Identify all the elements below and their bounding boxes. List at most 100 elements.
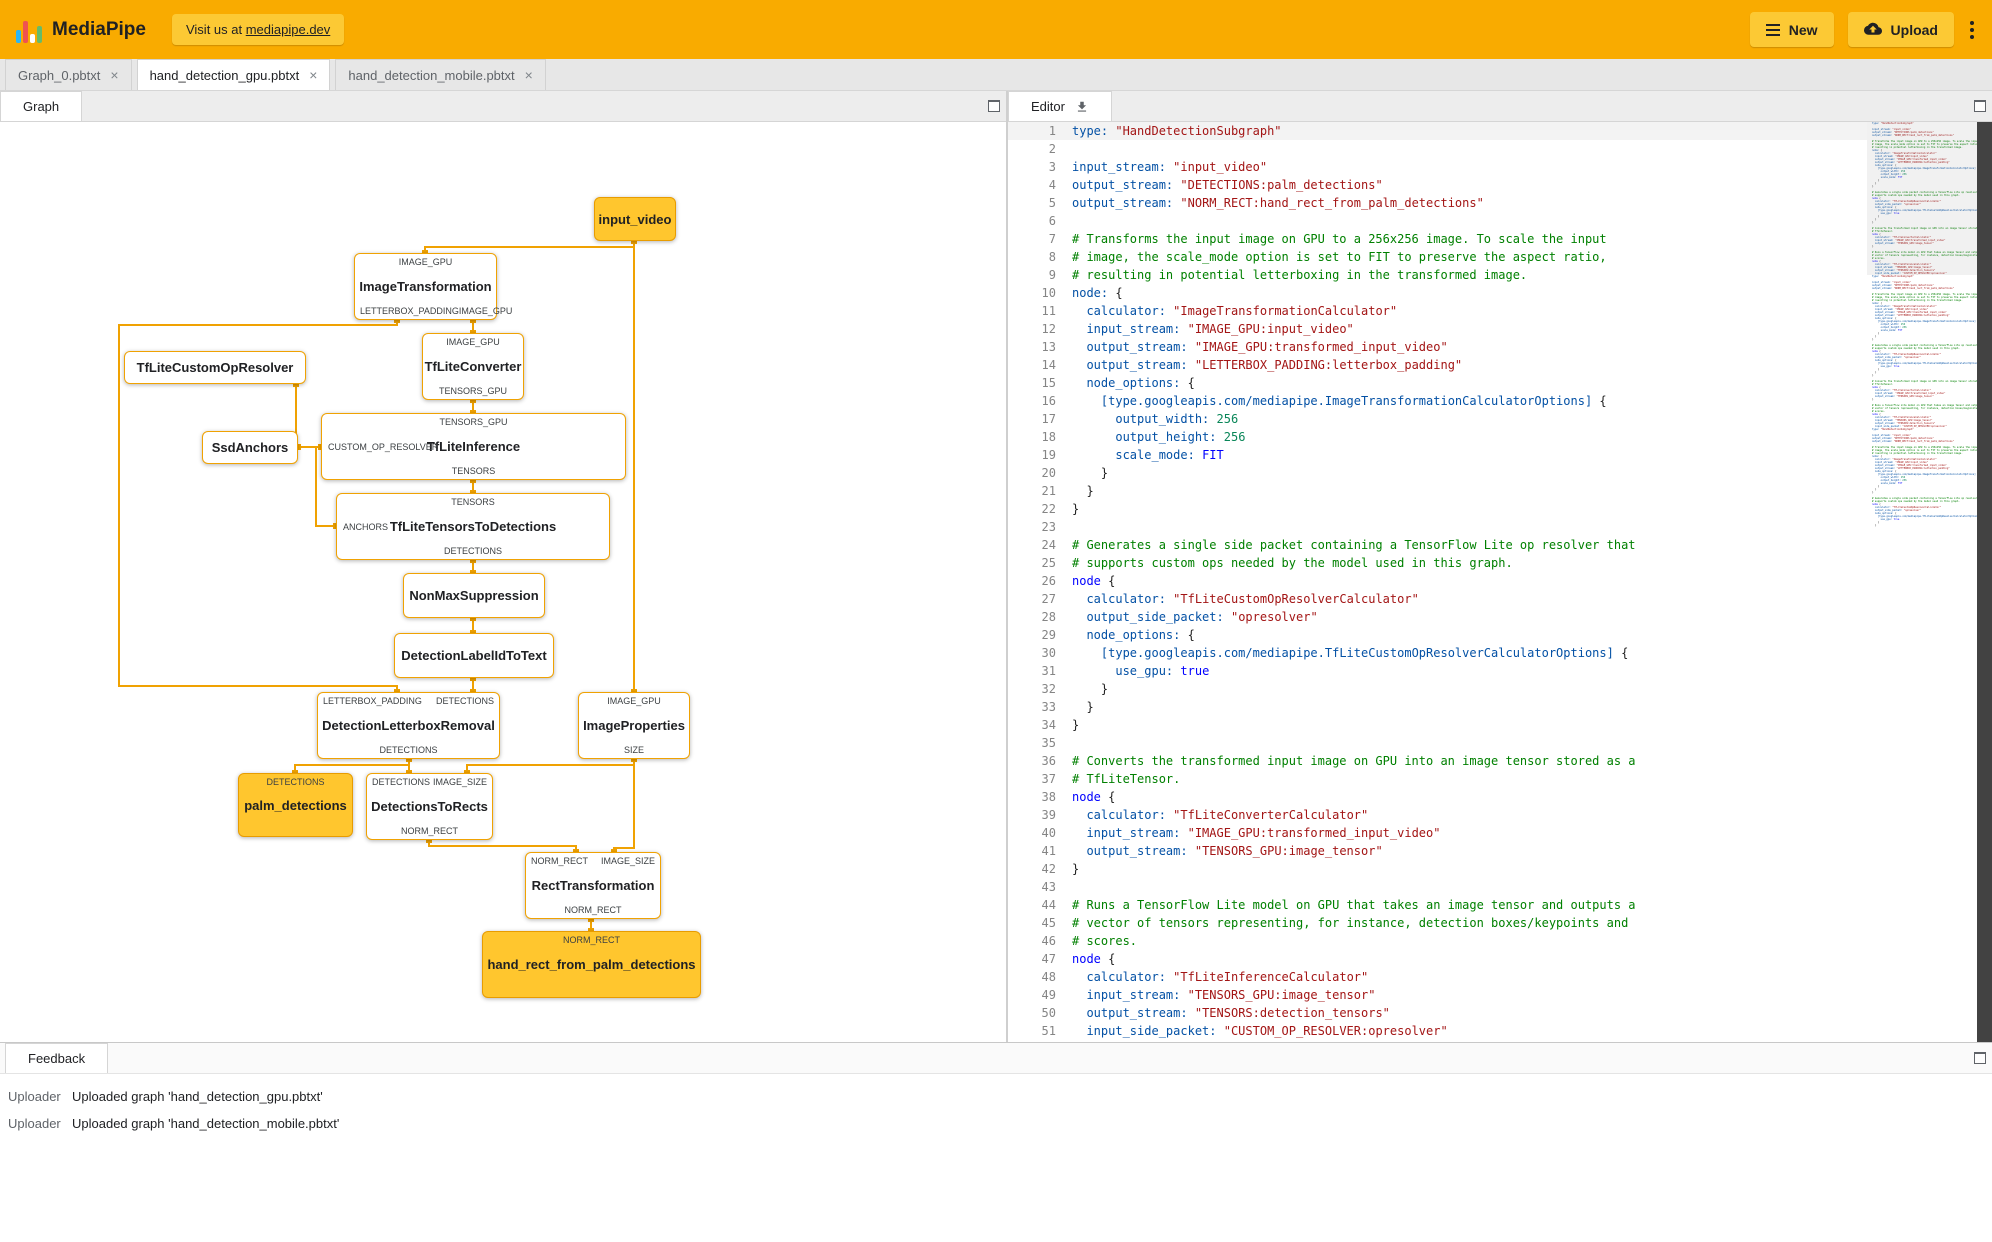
code-line[interactable]: 31 use_gpu: true [1008,662,1992,680]
code-line[interactable]: 50 output_stream: "TENSORS:detection_ten… [1008,1004,1992,1022]
mediapipe-dev-link[interactable]: mediapipe.dev [246,22,331,37]
code-line[interactable]: 17 output_width: 256 [1008,410,1992,428]
code-line[interactable]: 49 input_stream: "TENSORS_GPU:image_tens… [1008,986,1992,1004]
graph-node-ImageTransformation[interactable]: IMAGE_GPU ImageTransformation LETTERBOX_PA… [354,253,512,320]
code-line[interactable]: 9 # resulting in potential letterboxing i… [1008,266,1992,284]
graph-node-palm_detections[interactable]: DETECTIONS palm_detections [238,773,353,837]
code-line[interactable]: 35 [1008,734,1992,752]
tab-graph[interactable]: Graph [0,91,83,121]
code-line[interactable]: 33 } [1008,698,1992,716]
code-line[interactable]: 5 output_stream: "NORM_RECT:hand_rect_fro… [1008,194,1992,212]
editor-body[interactable]: 1 type: "HandDetectionSubgraph" 2 3 input_st… [1008,122,1992,1042]
code-line[interactable]: 45 # vector of tensors representing, for … [1008,914,1992,932]
code-line[interactable]: 43 [1008,878,1992,896]
graph-node-DetectionsToRects[interactable]: DETECTIONS IMAGE_SIZE DetectionsToRects NOR… [366,773,493,840]
code-line[interactable]: 36 # Converts the transformed input image… [1008,752,1992,770]
code-line[interactable]: 20 } [1008,464,1992,482]
graph-node-ImageProperties[interactable]: IMAGE_GPU ImageProperties SIZE [578,692,690,759]
mediapipe-logo-icon [16,17,42,43]
line-number: 39 [1041,808,1056,822]
code-line[interactable]: 32 } [1008,680,1992,698]
code-line[interactable]: 48 calculator: "TfLiteInferenceCalculato… [1008,968,1992,986]
new-button[interactable]: New [1749,12,1834,47]
code-line[interactable]: 40 input_stream: "IMAGE_GPU:transformed_… [1008,824,1992,842]
code-line[interactable]: 10 node: { [1008,284,1992,302]
code-line[interactable]: 47 node { [1008,950,1992,968]
kebab-menu-icon[interactable] [1968,17,1976,43]
code-line[interactable]: 26 node { [1008,572,1992,590]
code-line[interactable]: 16 [type.googleapis.com/mediapipe.ImageT… [1008,392,1992,410]
tab-close-icon[interactable]: × [525,68,533,82]
code-line[interactable]: 21 } [1008,482,1992,500]
graph-node-TfLiteInference[interactable]: TENSORS_GPU TfLiteInference TENSORS CUSTOM_… [321,413,626,480]
code-line[interactable]: 27 calculator: "TfLiteCustomOpResolverCa… [1008,590,1992,608]
code-line[interactable]: 51 input_side_packet: "CUSTOM_OP_RESOLVE… [1008,1022,1992,1040]
graph-expand-icon[interactable] [988,100,1000,112]
code-line[interactable]: 39 calculator: "TfLiteConverterCalculato… [1008,806,1992,824]
code-line[interactable]: 15 node_options: { [1008,374,1992,392]
editor-expand-icon[interactable] [1974,100,1986,112]
code-line[interactable]: 8 # image, the scale_mode option is set t… [1008,248,1992,266]
code-line[interactable]: 23 [1008,518,1992,536]
editor-lines[interactable]: 1 type: "HandDetectionSubgraph" 2 3 input_st… [1008,122,1992,1040]
graph-node-hand_rect_from_palm_detections[interactable]: NORM_RECT hand_rect_from_palm_detections [482,931,701,998]
tab-editor[interactable]: Editor [1008,91,1112,121]
code-line[interactable]: 24 # Generates a single side packet conta… [1008,536,1992,554]
code-line[interactable]: 25 # supports custom ops needed by the mo… [1008,554,1992,572]
tab-close-icon[interactable]: × [110,68,118,82]
code-line[interactable]: 1 type: "HandDetectionSubgraph" [1008,122,1992,140]
code-line[interactable]: 13 output_stream: "IMAGE_GPU:transformed… [1008,338,1992,356]
port-label: DETECTIONS [435,696,494,706]
graph-node-DetectionLabelIdToText[interactable]: DetectionLabelIdToText [394,633,554,678]
graph-node-input_video[interactable]: input_video [594,197,676,241]
line-number: 37 [1041,772,1056,786]
code-line[interactable]: 28 output_side_packet: "opresolver" [1008,608,1992,626]
code-line[interactable]: 2 [1008,140,1992,158]
graph-node-TfLiteCustomOpResolver[interactable]: TfLiteCustomOpResolver [124,351,306,384]
line-text: } [1072,862,1080,876]
file-tab-hand_detection_gpu.pbtxt[interactable]: hand_detection_gpu.pbtxt × [136,59,331,90]
code-line[interactable]: 38 node { [1008,788,1992,806]
graph-node-DetectionLetterboxRemoval[interactable]: LETTERBOX_PADDING DETECTIONS DetectionLett… [317,692,500,759]
graph-node-TfLiteConverter[interactable]: IMAGE_GPU TfLiteConverter TENSORS_GPU [422,333,524,400]
code-line[interactable]: 34} [1008,716,1992,734]
code-line[interactable]: 46 # scores. [1008,932,1992,950]
graph-node-SsdAnchors[interactable]: SsdAnchors [202,431,298,464]
code-line[interactable]: 29 node_options: { [1008,626,1992,644]
tab-feedback[interactable]: Feedback [5,1043,109,1073]
visit-us-button[interactable]: Visit us at mediapipe.dev [171,14,345,45]
code-line[interactable]: 4 output_stream: "DETECTIONS:palm_detecti… [1008,176,1992,194]
code-line[interactable]: 19 scale_mode: FIT [1008,446,1992,464]
minimap-slider[interactable] [1867,122,1977,275]
code-line[interactable]: 11 calculator: "ImageTransformationCalcu… [1008,302,1992,320]
editor-scrollbar[interactable] [1977,122,1992,1042]
code-line[interactable]: 12 input_stream: "IMAGE_GPU:input_video" [1008,320,1992,338]
feedback-expand-icon[interactable] [1974,1052,1986,1064]
code-line[interactable]: 22} [1008,500,1992,518]
file-tab-hand_detection_mobile.pbtxt[interactable]: hand_detection_mobile.pbtxt × [335,59,546,90]
code-line[interactable]: 30 [type.googleapis.com/mediapipe.TfLite… [1008,644,1992,662]
code-line[interactable]: 6 [1008,212,1992,230]
download-icon[interactable] [1075,100,1089,114]
code-line[interactable]: 37 # TfLiteTensor. [1008,770,1992,788]
code-line[interactable]: 44 # Runs a TensorFlow Lite model on GPU … [1008,896,1992,914]
editor-minimap[interactable]: type: "HandDetectionSubgraph" input_strea… [1867,122,1977,1042]
graph-node-RectTransformation[interactable]: NORM_RECT IMAGE_SIZE RectTransformation NOR… [525,852,661,919]
port-label: NORM_RECT [564,905,622,915]
line-text: calculator: "TfLiteCustomOpResolverCalcu… [1086,592,1419,606]
code-line[interactable]: 3 input_stream: "input_video" [1008,158,1992,176]
upload-button[interactable]: Upload [1847,12,1954,47]
file-tab-Graph_0.pbtxt[interactable]: Graph_0.pbtxt × [5,59,132,90]
graph-node-TfLiteTensorsToDetections[interactable]: TENSORS TfLiteTensorsToDetections DETECTIO… [336,493,610,560]
port-label: IMAGE_GPU [398,257,453,267]
code-line[interactable]: 18 output_height: 256 [1008,428,1992,446]
line-number: 10 [1041,286,1056,300]
code-line[interactable]: 42} [1008,860,1992,878]
code-line[interactable]: 14 output_stream: "LETTERBOX_PADDING:let… [1008,356,1992,374]
graph-canvas[interactable]: input_video IMAGE_GPU ImageTransformation L… [0,122,1006,1042]
code-line[interactable]: 41 output_stream: "TENSORS_GPU:image_ten… [1008,842,1992,860]
tab-close-icon[interactable]: × [309,68,317,82]
line-text: [type.googleapis.com/mediapipe.TfLiteCus… [1100,646,1629,660]
graph-node-NonMaxSuppression[interactable]: NonMaxSuppression [403,573,545,618]
code-line[interactable]: 7 # Transforms the input image on GPU to … [1008,230,1992,248]
